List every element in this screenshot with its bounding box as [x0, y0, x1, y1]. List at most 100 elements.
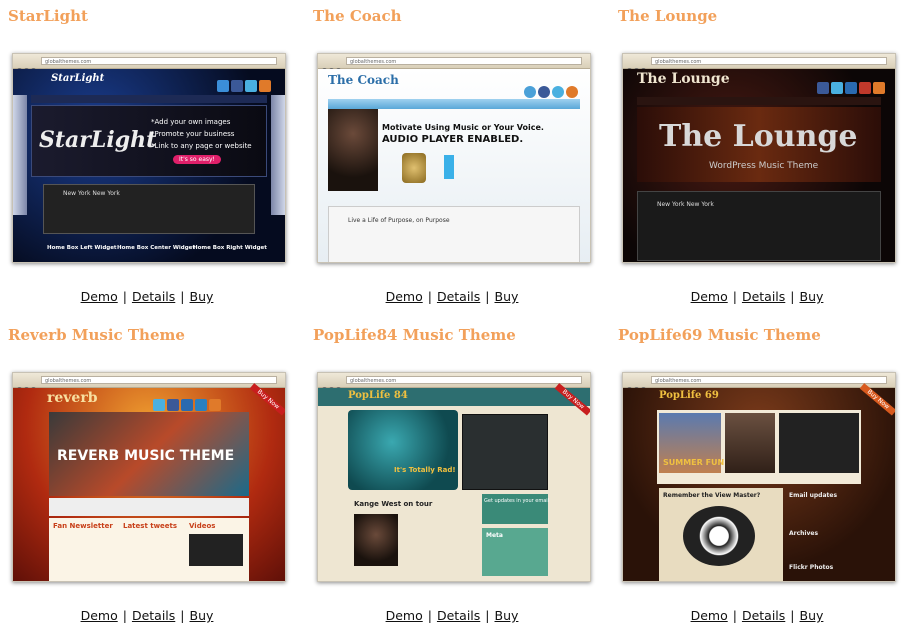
preview-col: Latest tweets	[123, 522, 178, 530]
url-bar: globalthemes.com	[651, 376, 887, 384]
theme-preview: The Coach Motivate Using Music or Your V…	[318, 69, 590, 262]
theme-preview: StarLight StarLight *Add your own images…	[13, 69, 285, 262]
theme-preview: The Lounge The Lounge WordPress Music Th…	[623, 69, 895, 262]
theme-title[interactable]: StarLight	[8, 7, 88, 25]
preview-banner-logo: StarLight	[39, 127, 157, 153]
preview-banner: REVERB MUSIC THEME	[57, 448, 235, 464]
preview-logo: reverb	[47, 390, 98, 406]
theme-thumbnail[interactable]: globalthemes.com The Coach Motivate Usin…	[317, 53, 591, 263]
theme-title[interactable]: PopLife69 Music Theme	[618, 326, 821, 344]
preview-logo: The Coach	[328, 73, 399, 87]
demo-link[interactable]: Demo	[81, 289, 118, 304]
separator: |	[427, 608, 432, 623]
separator: |	[790, 289, 795, 304]
details-link[interactable]: Details	[742, 608, 785, 623]
preview-widget: Home Box Left Widget	[47, 245, 117, 251]
preview-side: Flickr Photos	[789, 564, 834, 571]
theme-links: Demo | Details | Buy	[8, 608, 286, 623]
theme-thumbnail[interactable]: globalthemes.com PopLife 69 Buy Now SUMM…	[622, 372, 896, 582]
theme-card-starlight: StarLight globalthemes.com StarLight Sta…	[8, 7, 298, 307]
separator: |	[485, 289, 490, 304]
separator: |	[732, 608, 737, 623]
theme-links: Demo | Details | Buy	[618, 289, 896, 304]
theme-card-reverb: Reverb Music Theme globalthemes.com reve…	[8, 326, 298, 626]
buy-link[interactable]: Buy	[190, 289, 214, 304]
browser-chrome: globalthemes.com	[318, 54, 590, 73]
preview-logo: The Lounge	[637, 71, 730, 87]
browser-chrome: globalthemes.com	[13, 54, 285, 73]
preview-col: Fan Newsletter	[53, 522, 113, 530]
separator: |	[122, 608, 127, 623]
preview-headline: AUDIO PLAYER ENABLED.	[382, 134, 524, 145]
buy-link[interactable]: Buy	[495, 289, 519, 304]
theme-title[interactable]: The Coach	[313, 7, 402, 25]
preview-line: *Promote your business	[151, 130, 235, 138]
preview-banner-sub: WordPress Music Theme	[709, 161, 819, 171]
details-link[interactable]: Details	[437, 608, 480, 623]
preview-track: Live a Life of Purpose, on Purpose	[348, 217, 450, 224]
ribbon: Buy Now	[249, 383, 285, 416]
separator: |	[180, 289, 185, 304]
preview-post: Remember the View Master?	[663, 492, 761, 499]
url-bar: globalthemes.com	[346, 376, 582, 384]
theme-links: Demo | Details | Buy	[618, 608, 896, 623]
preview-widget: Home Box Center Widget	[117, 245, 196, 251]
separator: |	[790, 608, 795, 623]
preview-line: *Link to any page or website	[151, 142, 252, 150]
theme-card-poplife69: PopLife69 Music Theme globalthemes.com P…	[618, 326, 903, 626]
browser-chrome: globalthemes.com	[623, 54, 895, 73]
url-bar: globalthemes.com	[346, 57, 582, 65]
preview-col: Videos	[189, 522, 216, 530]
preview-track: New York New York	[63, 190, 120, 197]
url-bar: globalthemes.com	[41, 376, 277, 384]
preview-side: Email updates	[789, 492, 838, 499]
preview-logo: StarLight	[51, 73, 105, 84]
theme-thumbnail[interactable]: globalthemes.com StarLight StarLight *Ad…	[12, 53, 286, 263]
theme-preview: PopLife 84 Buy Now It's Totally Rad! Kan…	[318, 383, 590, 581]
separator: |	[732, 289, 737, 304]
browser-chrome: globalthemes.com	[623, 373, 895, 392]
buy-link[interactable]: Buy	[800, 608, 824, 623]
separator: |	[122, 289, 127, 304]
preview-headline: Motivate Using Music or Your Voice.	[382, 123, 544, 132]
theme-thumbnail[interactable]: globalthemes.com reverb Buy Now REVERB M…	[12, 372, 286, 582]
details-link[interactable]: Details	[132, 289, 175, 304]
theme-links: Demo | Details | Buy	[8, 289, 286, 304]
browser-chrome: globalthemes.com	[13, 373, 285, 392]
preview-tagline: It's Totally Rad!	[394, 466, 456, 474]
preview-track: New York New York	[657, 201, 714, 208]
preview-banner: The Lounge	[659, 119, 858, 154]
theme-links: Demo | Details | Buy	[313, 289, 591, 304]
theme-card-poplife84: PopLife84 Music Theme globalthemes.com P…	[313, 326, 603, 626]
details-link[interactable]: Details	[742, 289, 785, 304]
browser-chrome: globalthemes.com	[318, 373, 590, 392]
demo-link[interactable]: Demo	[81, 608, 118, 623]
theme-links: Demo | Details | Buy	[313, 608, 591, 623]
theme-title[interactable]: The Lounge	[618, 7, 717, 25]
preview-logo: PopLife 84	[348, 390, 408, 401]
theme-thumbnail[interactable]: globalthemes.com The Lounge The Lounge W…	[622, 53, 896, 263]
demo-link[interactable]: Demo	[386, 608, 423, 623]
buy-link[interactable]: Buy	[190, 608, 214, 623]
preview-post-title: Kange West on tour	[354, 500, 433, 508]
preview-meta: Meta	[486, 532, 503, 539]
buy-link[interactable]: Buy	[495, 608, 519, 623]
buy-link[interactable]: Buy	[800, 289, 824, 304]
url-bar: globalthemes.com	[651, 57, 887, 65]
demo-link[interactable]: Demo	[691, 608, 728, 623]
demo-link[interactable]: Demo	[691, 289, 728, 304]
separator: |	[180, 608, 185, 623]
theme-title[interactable]: Reverb Music Theme	[8, 326, 185, 344]
preview-button: It's so easy!	[173, 155, 221, 164]
separator: |	[427, 289, 432, 304]
preview-logo: PopLife 69	[659, 390, 719, 401]
theme-card-the-coach: The Coach globalthemes.com The Coach Mot…	[313, 7, 603, 307]
theme-preview: reverb Buy Now REVERB MUSIC THEME Fan Ne…	[13, 383, 285, 581]
theme-card-the-lounge: The Lounge globalthemes.com The Lounge T…	[618, 7, 903, 307]
preview-banner: SUMMER FUN	[663, 458, 725, 467]
theme-title[interactable]: PopLife84 Music Theme	[313, 326, 516, 344]
details-link[interactable]: Details	[132, 608, 175, 623]
demo-link[interactable]: Demo	[386, 289, 423, 304]
details-link[interactable]: Details	[437, 289, 480, 304]
theme-thumbnail[interactable]: globalthemes.com PopLife 84 Buy Now It's…	[317, 372, 591, 582]
